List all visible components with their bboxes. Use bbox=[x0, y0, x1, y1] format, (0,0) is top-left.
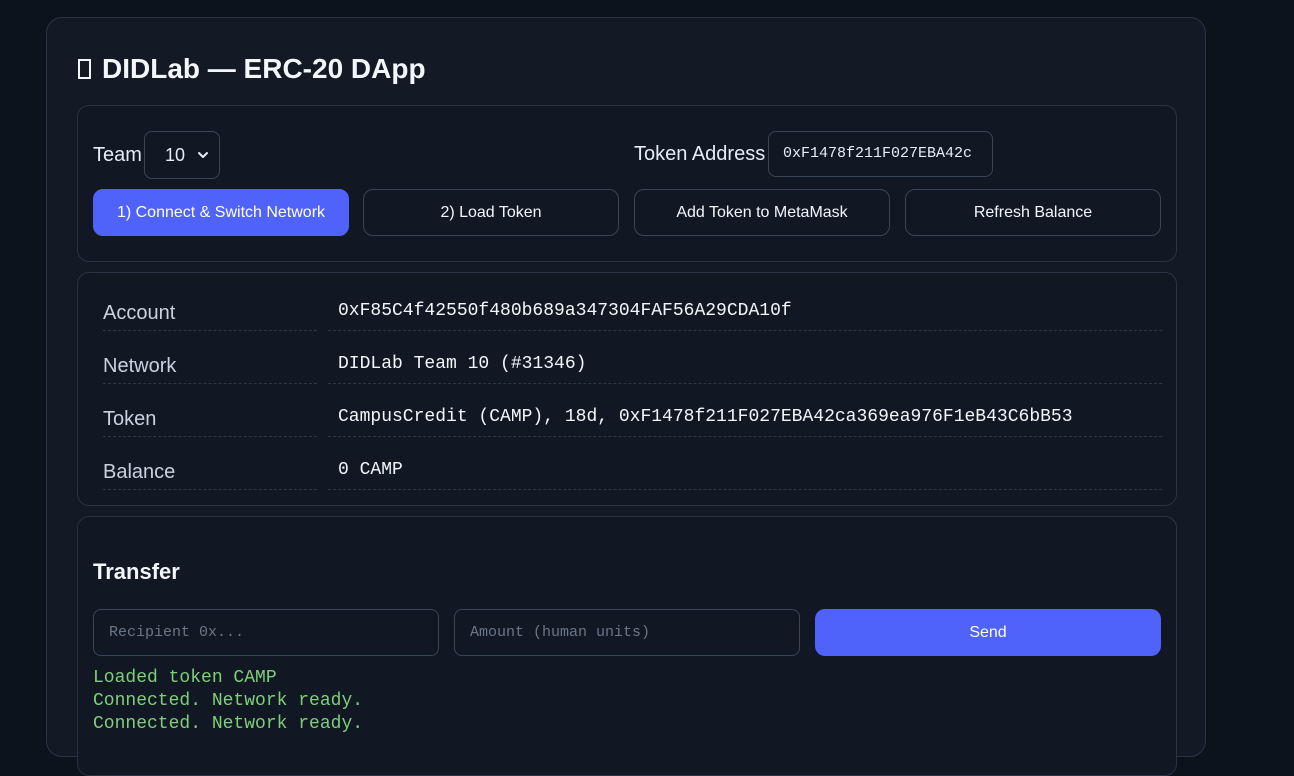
recipient-input[interactable] bbox=[93, 609, 439, 656]
log-line: Connected. Network ready. bbox=[93, 691, 364, 711]
info-panel: Account 0xF85C4f42550f480b689a347304FAF5… bbox=[77, 272, 1177, 506]
info-value: DIDLab Team 10 (#31346) bbox=[328, 331, 1162, 384]
info-row-balance: Balance 0 CAMP bbox=[93, 437, 1162, 490]
team-select[interactable]: 10 bbox=[144, 131, 220, 179]
page-title-text: DIDLab — ERC-20 DApp bbox=[102, 53, 426, 84]
transfer-title: Transfer bbox=[93, 559, 180, 584]
info-key: Network bbox=[103, 331, 317, 384]
info-key: Account bbox=[103, 278, 317, 331]
team-label: Team bbox=[93, 144, 142, 166]
controls-panel: Team 10 Token Address 0xF1478f211F027EBA… bbox=[77, 105, 1177, 262]
info-key: Token bbox=[103, 384, 317, 437]
info-value: CampusCredit (CAMP), 18d, 0xF1478f211F02… bbox=[328, 384, 1162, 437]
connect-switch-network-button[interactable]: 1) Connect & Switch Network bbox=[93, 189, 349, 236]
send-button[interactable]: Send bbox=[815, 609, 1161, 656]
placeholder-glyph-icon bbox=[78, 59, 91, 79]
info-key: Balance bbox=[103, 437, 317, 490]
chevron-down-icon bbox=[198, 152, 208, 158]
status-log: Loaded token CAMP Connected. Network rea… bbox=[93, 667, 363, 736]
page-title: DIDLab — ERC-20 DApp bbox=[78, 52, 426, 86]
amount-input[interactable] bbox=[454, 609, 800, 656]
transfer-panel: Transfer Send Loaded token CAMP Connecte… bbox=[77, 516, 1177, 776]
log-line: Connected. Network ready. bbox=[93, 714, 364, 734]
refresh-balance-button[interactable]: Refresh Balance bbox=[905, 189, 1161, 236]
info-value: 0 CAMP bbox=[328, 437, 1162, 490]
app-card: DIDLab — ERC-20 DApp Team 10 Token Addre… bbox=[46, 17, 1206, 776]
token-address-label: Token Address bbox=[634, 143, 766, 165]
add-token-to-metamask-button[interactable]: Add Token to MetaMask bbox=[634, 189, 890, 236]
info-row-network: Network DIDLab Team 10 (#31346) bbox=[93, 331, 1162, 384]
team-select-value: 10 bbox=[165, 144, 186, 165]
info-row-token: Token CampusCredit (CAMP), 18d, 0xF1478f… bbox=[93, 384, 1162, 437]
token-address-input[interactable]: 0xF1478f211F027EBA42c bbox=[768, 131, 993, 177]
info-row-account: Account 0xF85C4f42550f480b689a347304FAF5… bbox=[93, 278, 1162, 331]
info-value: 0xF85C4f42550f480b689a347304FAF56A29CDA1… bbox=[328, 278, 1162, 331]
log-line: Loaded token CAMP bbox=[93, 668, 277, 688]
load-token-button[interactable]: 2) Load Token bbox=[363, 189, 619, 236]
